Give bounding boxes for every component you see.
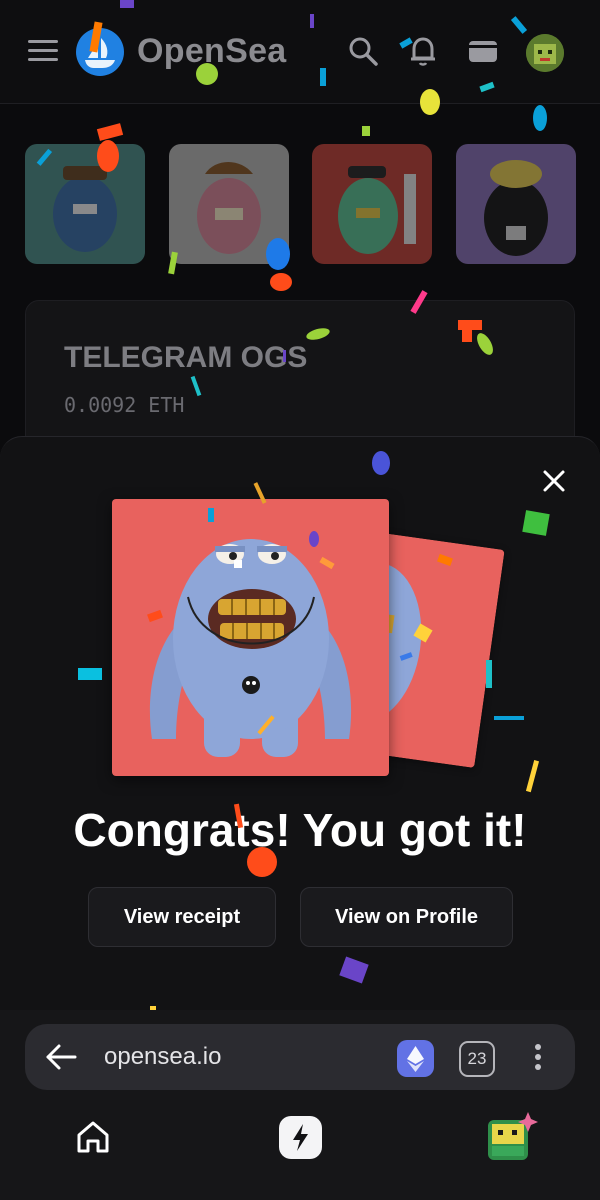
collection-title: TELEGRAM OGS <box>64 341 308 374</box>
nft-thumbnail[interactable] <box>169 144 289 264</box>
nft-image <box>112 499 389 776</box>
opensea-logo[interactable] <box>76 28 124 76</box>
nft-thumbnail[interactable] <box>456 144 576 264</box>
brand-name[interactable]: OpenSea <box>137 32 287 71</box>
more-options-icon[interactable] <box>530 1044 546 1074</box>
bell-icon[interactable] <box>406 34 440 68</box>
avatar[interactable] <box>526 34 564 72</box>
profile-avatar-icon[interactable] <box>486 1110 540 1162</box>
back-arrow-icon[interactable] <box>44 1042 78 1072</box>
view-receipt-button[interactable]: View receipt <box>88 887 276 947</box>
ethereum-icon[interactable] <box>397 1040 434 1077</box>
close-icon[interactable] <box>536 463 572 499</box>
tab-count-button[interactable]: 23 <box>459 1041 495 1077</box>
nft-thumbnail[interactable] <box>25 144 145 264</box>
url-text[interactable]: opensea.io <box>104 1043 221 1071</box>
wallet-icon[interactable] <box>466 34 500 68</box>
menu-icon[interactable] <box>28 40 58 64</box>
bolt-icon[interactable] <box>279 1116 322 1159</box>
nft-thumbnail[interactable] <box>312 144 432 264</box>
success-heading: Congrats! You got it! <box>73 804 527 856</box>
home-icon[interactable] <box>74 1118 112 1156</box>
nft-thumbnail-row <box>0 144 600 264</box>
top-navigation-bar: OpenSea <box>0 0 600 104</box>
collection-price: 0.0092 ETH <box>64 393 185 417</box>
view-on-profile-button[interactable]: View on Profile <box>300 887 513 947</box>
search-icon[interactable] <box>346 34 380 68</box>
